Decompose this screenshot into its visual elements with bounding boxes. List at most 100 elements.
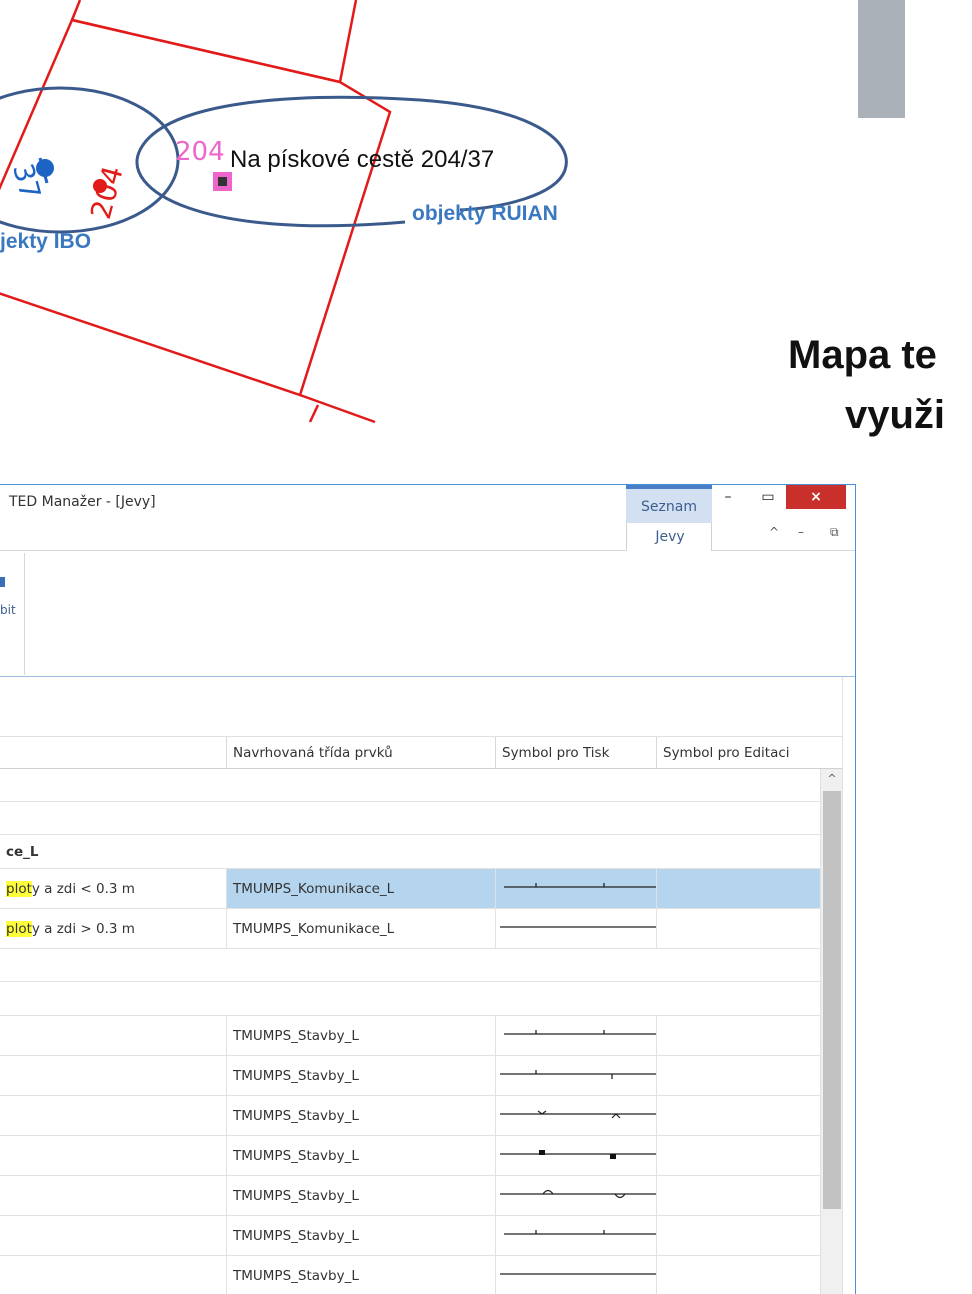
ted-manager-window: TED Manažer - [Jevy] Seznam Jevy – ▭ × ^… bbox=[0, 484, 856, 1294]
row-name-cell bbox=[0, 1016, 226, 1055]
table-row[interactable] bbox=[0, 769, 820, 802]
map-diagram: 37 204 204 Na pískové cestě 204/37 objek… bbox=[0, 0, 972, 480]
row-name-cell bbox=[0, 982, 226, 1015]
table-row[interactable]: TMUMPS_Stavby_L bbox=[0, 1096, 820, 1136]
scrollbar-thumb[interactable] bbox=[823, 791, 841, 1209]
table-row[interactable] bbox=[0, 982, 820, 1016]
edit-symbol-cell[interactable] bbox=[656, 1056, 820, 1095]
row-name-cell bbox=[0, 1256, 226, 1294]
column-header-class[interactable]: Navrhovaná třída prvků bbox=[226, 737, 495, 769]
feature-class-cell[interactable]: TMUMPS_Stavby_L bbox=[226, 1136, 495, 1175]
column-header-print-symbol[interactable]: Symbol pro Tisk bbox=[495, 737, 656, 769]
minimize-button[interactable]: – bbox=[712, 485, 744, 509]
print-symbol-cell[interactable] bbox=[495, 869, 657, 908]
row-name-cell bbox=[0, 1216, 226, 1255]
print-symbol-cell[interactable] bbox=[495, 1016, 657, 1055]
slide-title-line1: Mapa te bbox=[788, 333, 937, 377]
ribbon-command-label[interactable]: bit bbox=[0, 603, 16, 617]
ruian-label: objekty RUIAN bbox=[412, 202, 558, 225]
window-title: TED Manažer - [Jevy] bbox=[9, 494, 156, 510]
row-name-cell bbox=[0, 1136, 226, 1175]
print-symbol-cell[interactable] bbox=[495, 1216, 657, 1255]
vertical-scrollbar[interactable]: ^ bbox=[820, 769, 842, 1294]
parcel-boundary-upper bbox=[70, 0, 358, 84]
print-symbol-cell[interactable] bbox=[495, 1176, 657, 1215]
table-row[interactable]: TMUMPS_Stavby_L bbox=[0, 1176, 820, 1216]
line-symbol-plain-icon bbox=[496, 1259, 657, 1293]
parcel-boundary-stub bbox=[308, 404, 320, 423]
search-highlight: plot bbox=[6, 880, 32, 897]
line-symbol-squares-icon bbox=[496, 1139, 657, 1173]
ibo-label: jekty IBO bbox=[0, 230, 92, 253]
ribbon-command-icon[interactable] bbox=[0, 577, 5, 587]
context-group-header: Seznam bbox=[626, 485, 712, 523]
tab-jevy[interactable]: Jevy bbox=[626, 523, 712, 551]
group-row-name: ce_L bbox=[6, 843, 39, 860]
row-name-cell bbox=[0, 1056, 226, 1095]
slide-title-line2: využi bbox=[845, 393, 946, 437]
grid-filter-area bbox=[0, 677, 842, 737]
edit-symbol-cell[interactable] bbox=[656, 1176, 820, 1215]
grid-header: Navrhovaná třída prvků Symbol pro Tisk S… bbox=[0, 737, 842, 769]
label-204-pink: 204 bbox=[175, 137, 225, 167]
maximize-button[interactable]: ▭ bbox=[752, 485, 784, 509]
row-name-cell bbox=[0, 1096, 226, 1135]
edit-symbol-cell[interactable] bbox=[656, 869, 820, 908]
window-right-edge bbox=[842, 677, 855, 1294]
edit-symbol-cell[interactable] bbox=[656, 1016, 820, 1055]
features-grid: ce_L plot y a zdi < 0.3 m TMUMPS_Komunikace… bbox=[0, 769, 820, 1294]
table-row[interactable]: TMUMPS_Stavby_L bbox=[0, 1136, 820, 1176]
feature-class-cell[interactable]: TMUMPS_Stavby_L bbox=[226, 1216, 495, 1255]
line-symbol-plain-icon bbox=[496, 912, 657, 946]
feature-class-cell[interactable]: TMUMPS_Stavby_L bbox=[226, 1016, 495, 1055]
table-row[interactable] bbox=[0, 802, 820, 835]
row-name-cell bbox=[0, 769, 226, 801]
title-bar[interactable]: TED Manažer - [Jevy] Seznam Jevy – ▭ × ^… bbox=[0, 485, 855, 551]
table-row[interactable]: TMUMPS_Stavby_L bbox=[0, 1256, 820, 1294]
table-row[interactable]: ce_L bbox=[0, 835, 820, 869]
print-symbol-cell[interactable] bbox=[495, 1256, 657, 1294]
print-symbol-cell[interactable] bbox=[495, 1096, 657, 1135]
print-symbol-cell[interactable] bbox=[495, 1056, 657, 1095]
slide-decoration-block bbox=[858, 0, 905, 118]
line-symbol-chevrons-icon bbox=[496, 1099, 657, 1133]
row-name-cell: plot y a zdi < 0.3 m bbox=[0, 869, 226, 908]
row-name-text: y a zdi < 0.3 m bbox=[31, 880, 135, 897]
context-tab-group: Seznam Jevy bbox=[626, 485, 712, 551]
table-row[interactable]: TMUMPS_Stavby_L bbox=[0, 1056, 820, 1096]
table-row[interactable]: plot y a zdi > 0.3 m TMUMPS_Komunikace_L bbox=[0, 909, 820, 949]
feature-class-cell[interactable]: TMUMPS_Stavby_L bbox=[226, 1176, 495, 1215]
feature-class-cell[interactable]: TMUMPS_Komunikace_L bbox=[226, 869, 495, 908]
table-row[interactable] bbox=[0, 949, 820, 982]
print-symbol-cell[interactable] bbox=[495, 909, 657, 948]
ribbon: bit bbox=[0, 551, 855, 677]
row-name-cell: plot y a zdi > 0.3 m bbox=[0, 909, 226, 948]
edit-symbol-cell[interactable] bbox=[656, 1216, 820, 1255]
column-header-edit-symbol[interactable]: Symbol pro Editaci bbox=[656, 737, 820, 769]
feature-class-cell[interactable]: TMUMPS_Stavby_L bbox=[226, 1096, 495, 1135]
row-name-text: y a zdi > 0.3 m bbox=[31, 920, 135, 937]
edit-symbol-cell[interactable] bbox=[656, 909, 820, 948]
row-name-cell bbox=[0, 949, 226, 981]
table-row[interactable]: TMUMPS_Stavby_L bbox=[0, 1016, 820, 1056]
table-row[interactable]: TMUMPS_Stavby_L bbox=[0, 1216, 820, 1256]
scroll-up-arrow-icon[interactable]: ^ bbox=[821, 769, 843, 789]
feature-class-cell[interactable]: TMUMPS_Komunikace_L bbox=[226, 909, 495, 948]
print-symbol-cell[interactable] bbox=[495, 1136, 657, 1175]
context-group-label: Seznam bbox=[641, 499, 697, 515]
feature-class-cell[interactable]: TMUMPS_Stavby_L bbox=[226, 1256, 495, 1294]
line-symbol-arcs-icon bbox=[496, 1179, 657, 1213]
sub-restore-icon[interactable]: ⧉ bbox=[830, 525, 839, 540]
line-symbol-ticks-up-icon bbox=[496, 872, 657, 906]
table-row[interactable]: plot y a zdi < 0.3 m TMUMPS_Komunikace_L bbox=[0, 869, 820, 909]
parcel-boundary-main bbox=[0, 18, 392, 397]
edit-symbol-cell[interactable] bbox=[656, 1136, 820, 1175]
collapse-ribbon-icon[interactable]: ^ bbox=[769, 525, 779, 539]
close-button[interactable]: × bbox=[786, 485, 846, 509]
feature-class-cell[interactable]: TMUMPS_Stavby_L bbox=[226, 1056, 495, 1095]
edit-symbol-cell[interactable] bbox=[656, 1256, 820, 1294]
edit-symbol-cell[interactable] bbox=[656, 1096, 820, 1135]
sub-minimize-icon[interactable]: – bbox=[798, 525, 804, 539]
parcel-map-graphic bbox=[0, 0, 568, 424]
row-name-cell bbox=[0, 1176, 226, 1215]
